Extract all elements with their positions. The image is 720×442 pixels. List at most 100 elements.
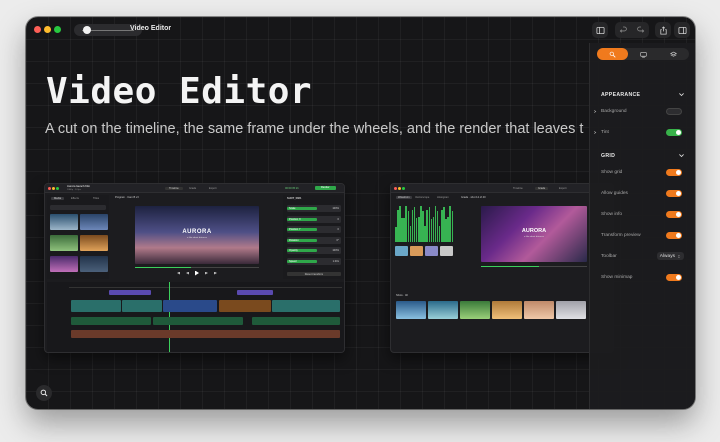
- timeline-clip: [237, 290, 273, 295]
- grade-program-label: Grade · shot 12 of 40: [461, 196, 486, 199]
- show-grid-label: Show grid: [601, 170, 623, 175]
- titles-tab: Titles: [93, 197, 100, 200]
- inspector-icon: [677, 26, 687, 34]
- chevron-right-icon[interactable]: [593, 109, 597, 114]
- viewer-subtitle: a film about distance: [186, 237, 208, 239]
- inspector-row-label: Position X: [287, 217, 317, 221]
- transform-preview-toggle[interactable]: [666, 232, 682, 239]
- tab-layers[interactable]: [658, 48, 689, 60]
- media-search: [50, 205, 106, 210]
- inspector-row-value: 100%: [332, 249, 339, 252]
- media-thumb: [50, 214, 78, 230]
- waveform-bar: [451, 211, 454, 242]
- preview-titlebar: Aurora launch film 1080p · 24 fps Timeli…: [45, 184, 344, 193]
- inspector-row-value: 0°: [336, 238, 339, 242]
- scope-tab-vectorscope: Vectorscope: [415, 196, 430, 199]
- inspector-row-label: Opacity: [287, 249, 317, 252]
- minimize-button[interactable]: [44, 26, 51, 33]
- shot-thumb: [524, 301, 554, 319]
- shot-thumb: [428, 301, 458, 319]
- inspector-row-value: 1.00x: [332, 259, 339, 263]
- effects-tab: Effects: [71, 197, 79, 200]
- grade-swatch: [395, 246, 408, 256]
- media-tab: Media: [51, 197, 65, 200]
- layers-icon: [670, 51, 678, 57]
- inspector-row-label: Rotation: [287, 238, 317, 242]
- shot-strip-label: Shots · 40: [396, 294, 408, 297]
- sidebar-toggle-button[interactable]: [592, 22, 608, 38]
- inspector-row: Position Y 0: [287, 226, 341, 233]
- toolbar-select[interactable]: Always: [656, 252, 684, 260]
- hero-subtitle: A cut on the timeline, the same frame un…: [45, 121, 584, 137]
- inspector-panel: SHOT_0821 Scale 100% Position X 0 Position Y…: [283, 195, 344, 279]
- zoom-button[interactable]: [54, 26, 61, 33]
- undo-icon: [619, 26, 627, 33]
- chevron-down-icon[interactable]: [678, 91, 685, 98]
- search-button[interactable]: [36, 385, 52, 401]
- tint-label: Tint: [601, 130, 609, 135]
- history-group: [615, 22, 649, 38]
- scrubber: [135, 267, 259, 268]
- media-thumb: [80, 256, 108, 272]
- app-window: Video Editor Video Editor A cut on the t…: [26, 17, 695, 409]
- shot-thumb: [396, 301, 426, 319]
- shot-thumb: [556, 301, 586, 319]
- grade-swatch: [440, 246, 453, 256]
- skip-forward-icon: [214, 271, 217, 275]
- show-minimap-toggle[interactable]: [666, 274, 682, 281]
- inspector-toggle-button[interactable]: [674, 22, 690, 38]
- preview-zoom-dot: [402, 187, 405, 190]
- undo-button[interactable]: [615, 26, 632, 35]
- inspector-row: Position X 0: [287, 215, 341, 223]
- inspector-row: Rotation 0°: [287, 236, 341, 244]
- grade-scrubber: [481, 266, 587, 267]
- allow-guides-toggle[interactable]: [666, 190, 682, 197]
- tab-display[interactable]: [628, 48, 659, 60]
- background-toggle[interactable]: [666, 108, 682, 115]
- redo-button[interactable]: [632, 26, 649, 35]
- search-icon: [40, 389, 48, 397]
- media-bin: Media Effects Titles: [47, 195, 109, 279]
- preview-project-sub: 1080p · 24 fps: [67, 189, 81, 191]
- inspector-row: Opacity 100%: [287, 247, 341, 254]
- preview-tab-timeline: Timeline: [513, 186, 523, 190]
- timeline-clip: [272, 300, 340, 312]
- timeline-clip: [122, 300, 162, 312]
- media-thumb: [50, 235, 78, 251]
- preview-tab-grade: Grade: [189, 186, 197, 190]
- redo-icon: [637, 26, 645, 33]
- tab-appearance[interactable]: [597, 48, 628, 60]
- share-button[interactable]: [655, 22, 671, 38]
- transform-preview-label: Transform preview: [601, 233, 641, 238]
- preview-close-dot: [394, 187, 397, 190]
- preview-titlebar: Timeline Grade Export: [391, 184, 613, 193]
- program-viewer: AURORA a film about distance: [135, 206, 259, 264]
- preview-tab-export: Export: [559, 186, 567, 190]
- grade-swatch: [410, 246, 423, 256]
- grade-preview: Timeline Grade Export Waveform Vectorsco…: [390, 183, 614, 353]
- rewind-icon: [186, 271, 189, 275]
- waveform-scope: [395, 204, 454, 242]
- share-icon: [659, 25, 667, 35]
- show-grid-toggle[interactable]: [666, 169, 682, 176]
- preview-minimize-dot: [398, 187, 401, 190]
- timeline-clip: [109, 290, 151, 295]
- chevron-right-icon[interactable]: [593, 130, 597, 135]
- settings-panel: APPEARANCE Background Tint GRID Show gri…: [589, 43, 695, 409]
- tint-toggle[interactable]: [666, 129, 682, 136]
- close-button[interactable]: [34, 26, 41, 33]
- brush-icon: [609, 51, 616, 58]
- timeline-clip: [252, 317, 340, 325]
- timeline: [47, 282, 344, 352]
- show-info-toggle[interactable]: [666, 211, 682, 218]
- chevron-down-icon[interactable]: [678, 152, 685, 159]
- inspector-row: Speed 1.00x: [287, 257, 341, 265]
- shot-thumb: [460, 301, 490, 319]
- inspector-row-value: 100%: [332, 207, 339, 210]
- zoom-slider-knob[interactable]: [83, 26, 91, 34]
- play-icon: [195, 270, 199, 276]
- timeline-preview: Aurora launch film 1080p · 24 fps Timeli…: [44, 183, 345, 353]
- skip-back-icon: [177, 271, 180, 275]
- program-label: Program · Cam B v3: [115, 196, 139, 199]
- inspector-row-value: 0: [337, 228, 339, 231]
